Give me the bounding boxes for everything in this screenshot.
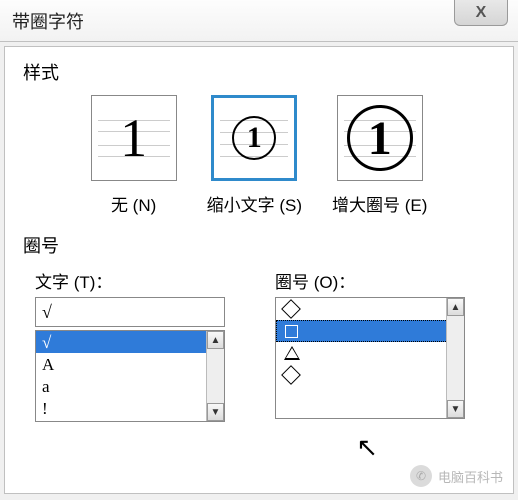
digit-one-icon: 1 [120, 107, 147, 169]
shape-label: 圈号 (O)： [275, 268, 465, 293]
watermark: ✆ 电脑百科书 [410, 465, 503, 487]
list-item[interactable] [276, 298, 464, 320]
style-option-shrink[interactable]: 1 缩小文字 (S) [207, 95, 302, 216]
scroll-up-icon[interactable]: ▲ [447, 298, 464, 316]
close-button[interactable]: X [454, 0, 508, 26]
style-options-row: 1 无 (N) 1 缩小文字 (S) 1 增大圈号 (E) [23, 95, 495, 216]
list-item[interactable] [276, 320, 464, 342]
text-column: 文字 (T)： √ A a ! ▲ ▼ [35, 268, 225, 422]
text-label: 文字 (T)： [35, 268, 225, 293]
style-caption-shrink: 缩小文字 (S) [207, 191, 302, 216]
list-item[interactable]: √ [36, 331, 224, 353]
diamond-icon [281, 365, 301, 385]
triangle-icon [284, 346, 300, 360]
dialog-body: 样式 1 无 (N) 1 缩小文字 (S) 1 增大圈号 (E) 圈号 [4, 46, 514, 494]
style-option-none[interactable]: 1 无 (N) [91, 95, 177, 216]
style-section-label: 样式 [23, 59, 495, 85]
enclosure-section-label: 圈号 [23, 232, 495, 258]
list-item[interactable]: A [36, 353, 224, 375]
circled-one-large-icon: 1 [347, 105, 413, 171]
square-icon [285, 325, 298, 338]
scroll-down-icon[interactable]: ▼ [447, 400, 464, 418]
diamond-icon [281, 299, 301, 319]
style-caption-none: 无 (N) [111, 191, 156, 216]
style-preview-none: 1 [91, 95, 177, 181]
style-preview-shrink: 1 [211, 95, 297, 181]
style-caption-enlarge: 增大圈号 (E) [332, 191, 427, 216]
cursor-icon: ↖ [356, 432, 378, 463]
scrollbar[interactable]: ▲ ▼ [446, 298, 464, 418]
shape-column: 圈号 (O)： ▲ [275, 268, 465, 422]
list-item[interactable] [276, 342, 464, 364]
list-item[interactable]: a [36, 375, 224, 397]
watermark-text: 电脑百科书 [438, 467, 503, 486]
titlebar: 带圈字符 X [0, 0, 518, 42]
scroll-down-icon[interactable]: ▼ [207, 403, 224, 421]
list-item[interactable]: ! [36, 397, 224, 419]
style-option-enlarge[interactable]: 1 增大圈号 (E) [332, 95, 427, 216]
shape-listbox[interactable]: ▲ ▼ [275, 297, 465, 419]
list-item[interactable] [276, 364, 464, 386]
dialog-title: 带圈字符 [12, 8, 84, 34]
scroll-up-icon[interactable]: ▲ [207, 331, 224, 349]
enclosure-section: 圈号 文字 (T)： √ A a ! ▲ ▼ 圈号 (O)： [23, 232, 495, 422]
close-icon: X [476, 4, 487, 22]
wechat-icon: ✆ [410, 465, 432, 487]
scrollbar[interactable]: ▲ ▼ [206, 331, 224, 421]
text-listbox[interactable]: √ A a ! ▲ ▼ [35, 330, 225, 422]
style-preview-enlarge: 1 [337, 95, 423, 181]
circled-one-small-icon: 1 [232, 116, 276, 160]
text-input[interactable] [35, 297, 225, 327]
